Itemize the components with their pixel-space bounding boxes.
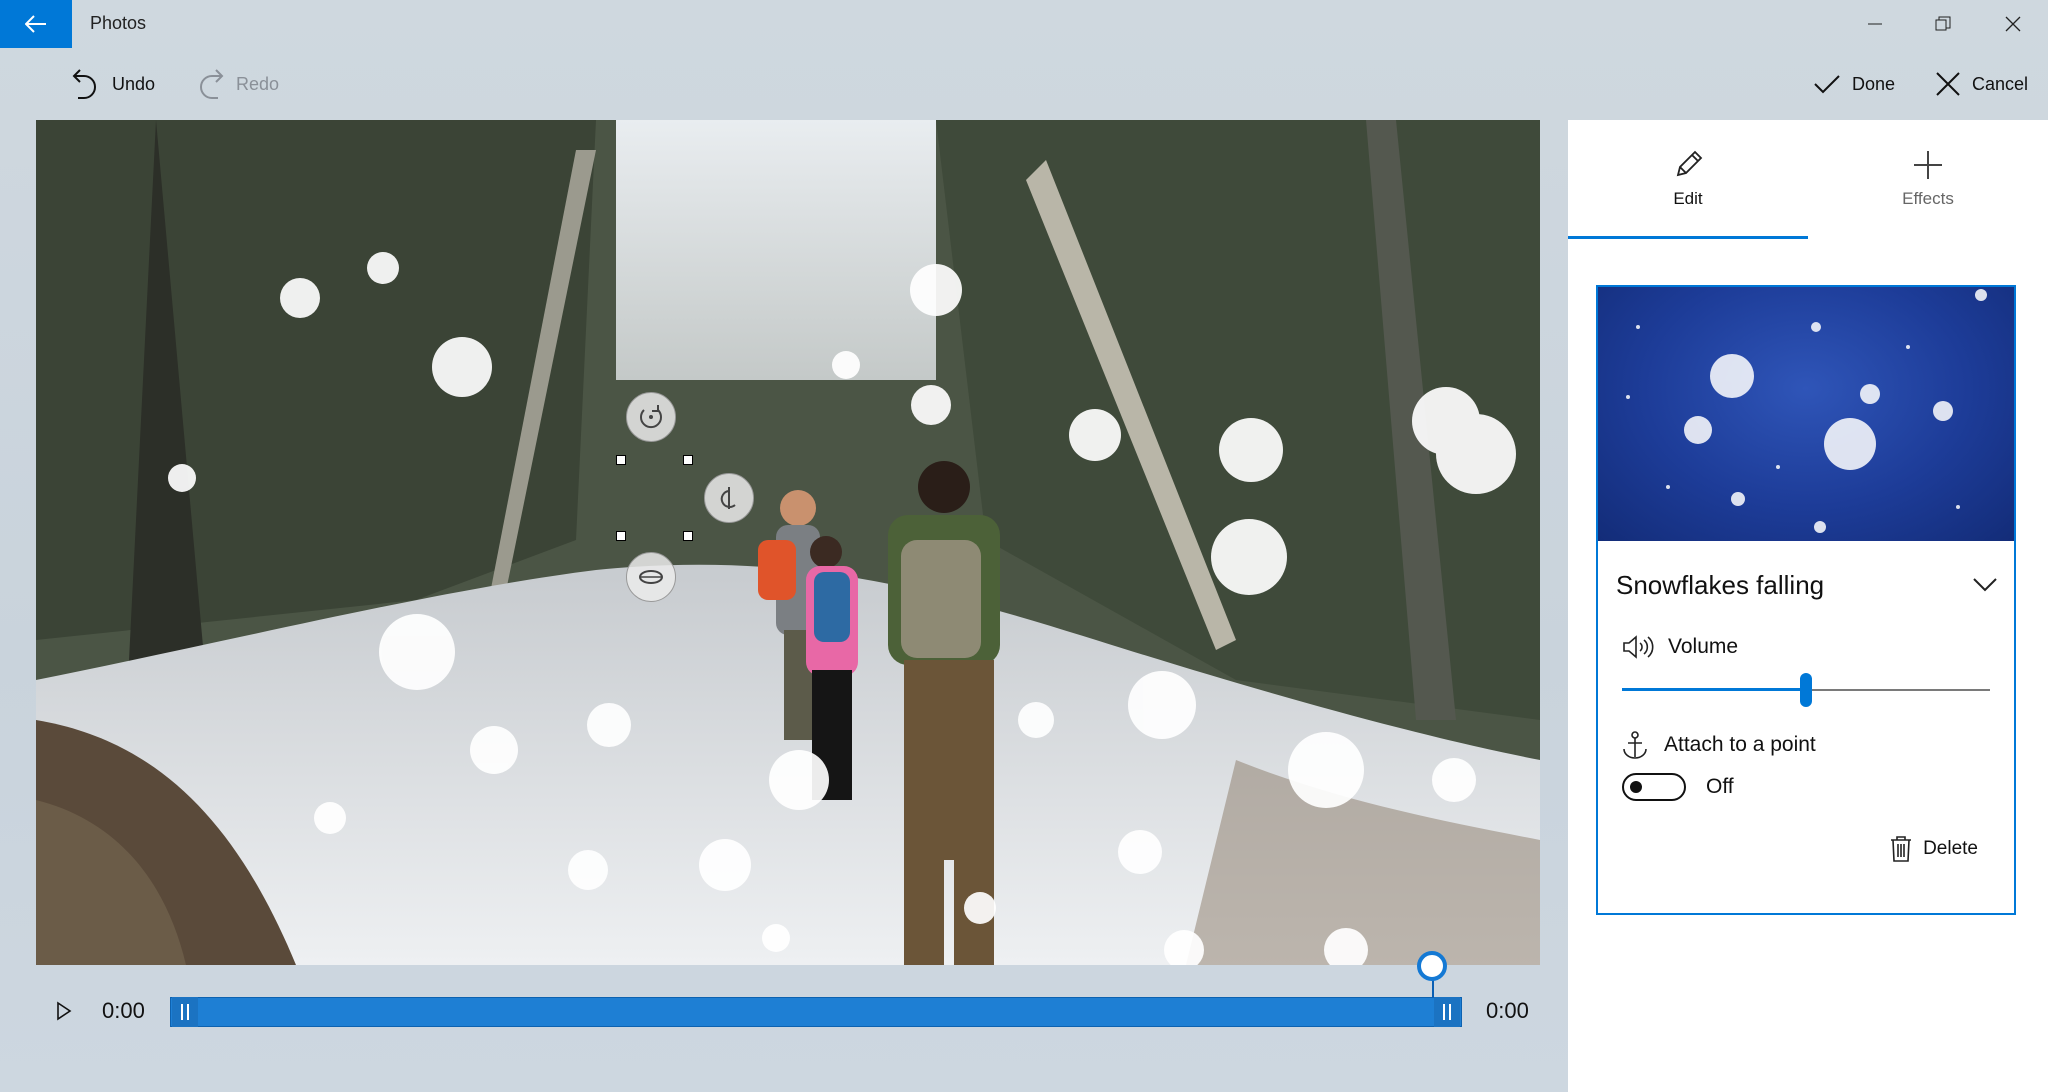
- plus-icon: [1914, 151, 1942, 179]
- pencil-icon: [1676, 150, 1703, 177]
- cancel-x-icon: [1936, 72, 1960, 96]
- rotate-x-button[interactable]: [626, 392, 676, 442]
- delete-button[interactable]: Delete: [1889, 835, 1978, 863]
- play-button[interactable]: [50, 997, 78, 1025]
- back-button[interactable]: [0, 0, 72, 48]
- rotate-horizontal-icon: [639, 570, 663, 584]
- restore-icon: [1935, 16, 1951, 31]
- trim-start-handle[interactable]: [172, 997, 198, 1027]
- title-bar: Photos: [0, 0, 2048, 48]
- effect-thumbnail: [1598, 287, 2014, 541]
- undo-button[interactable]: Undo: [72, 64, 155, 104]
- effect-card: Snowflakes falling Volume Attach to a po…: [1596, 285, 2016, 915]
- app-title: Photos: [90, 13, 147, 33]
- toggle-knob: [1630, 781, 1642, 793]
- resize-handle-top-left[interactable]: [616, 455, 626, 465]
- tab-edit[interactable]: Edit: [1568, 120, 1808, 238]
- delete-label: Delete: [1923, 838, 1978, 859]
- cancel-label: Cancel: [1972, 73, 2029, 94]
- redo-icon: [200, 69, 224, 99]
- resize-handle-bottom-left[interactable]: [616, 531, 626, 541]
- current-time: 0:00: [102, 998, 145, 1023]
- attach-row: Attach to a point: [1622, 731, 1816, 759]
- resize-handle-top-right[interactable]: [683, 455, 693, 465]
- timeline-track[interactable]: [170, 997, 1462, 1027]
- rotate-y-button[interactable]: [704, 473, 754, 523]
- redo-button[interactable]: Redo: [196, 64, 279, 104]
- forest-trail-scene: [36, 120, 1540, 965]
- close-icon: [2005, 16, 2021, 32]
- undo-label: Undo: [112, 73, 156, 94]
- playhead[interactable]: [1417, 951, 1447, 981]
- undo-icon: [72, 69, 96, 99]
- done-label: Done: [1852, 73, 1896, 94]
- side-pane: Edit Effects Snowflakes falling Volume A…: [1568, 120, 2048, 1092]
- end-time: 0:00: [1486, 998, 1529, 1023]
- rotate-vertical-icon: [720, 487, 736, 509]
- trash-icon: [1891, 836, 1912, 862]
- tab-effects-label: Effects: [1902, 189, 1954, 208]
- done-button[interactable]: Done: [1814, 64, 1895, 104]
- tab-effects[interactable]: Effects: [1808, 120, 2048, 238]
- volume-slider-thumb[interactable]: [1800, 673, 1812, 707]
- restore-button[interactable]: [1908, 0, 1978, 48]
- anchor-icon: [1623, 731, 1647, 759]
- trim-end-handle[interactable]: [1434, 997, 1460, 1027]
- volume-slider-fill: [1622, 688, 1806, 691]
- play-icon: [57, 1001, 72, 1021]
- attach-label: Attach to a point: [1664, 733, 1816, 756]
- rotate-icon: [640, 405, 662, 429]
- attach-toggle-state: Off: [1706, 775, 1734, 798]
- minimize-button[interactable]: [1840, 0, 1910, 48]
- volume-row: Volume: [1622, 635, 1738, 659]
- resize-handle-bottom-right[interactable]: [683, 531, 693, 541]
- back-arrow-icon: [25, 15, 46, 33]
- checkmark-icon: [1814, 75, 1840, 94]
- chevron-down-icon[interactable]: [1972, 571, 1998, 597]
- video-preview[interactable]: [36, 120, 1540, 965]
- snowflake-thumbnail-art: [1626, 289, 1987, 533]
- tab-edit-label: Edit: [1673, 189, 1703, 208]
- volume-label: Volume: [1668, 635, 1739, 658]
- minimize-icon: [1868, 23, 1882, 25]
- tab-selected-indicator: [1568, 236, 1808, 239]
- speaker-icon: [1623, 635, 1654, 659]
- effect-name: Snowflakes falling: [1616, 570, 1825, 600]
- redo-label: Redo: [236, 73, 280, 94]
- cancel-button[interactable]: Cancel: [1936, 64, 2028, 104]
- attach-toggle[interactable]: [1622, 773, 1686, 801]
- close-button[interactable]: [1978, 0, 2048, 48]
- rotate-z-button[interactable]: [626, 552, 676, 602]
